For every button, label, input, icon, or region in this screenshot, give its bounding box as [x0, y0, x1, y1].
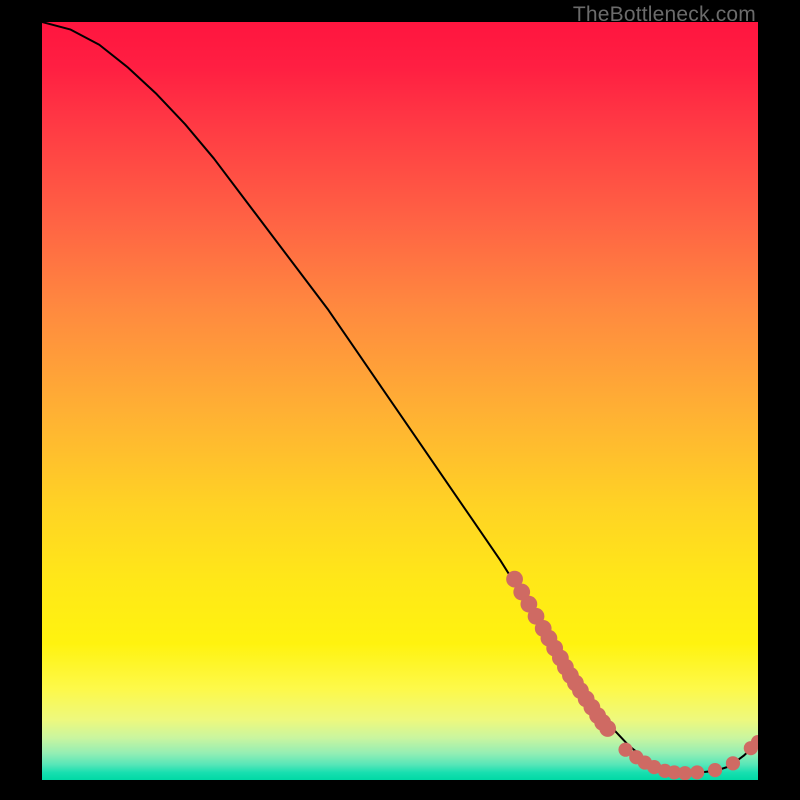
curve-marker	[690, 765, 704, 779]
bottleneck-curve-line	[42, 22, 758, 772]
curve-marker	[599, 720, 616, 737]
chart-container: TheBottleneck.com	[0, 0, 800, 800]
curve-marker	[678, 766, 692, 780]
plot-area	[42, 22, 758, 780]
chart-svg	[42, 22, 758, 780]
curve-marker	[708, 763, 722, 777]
curve-markers	[506, 571, 758, 780]
curve-marker	[726, 756, 740, 770]
